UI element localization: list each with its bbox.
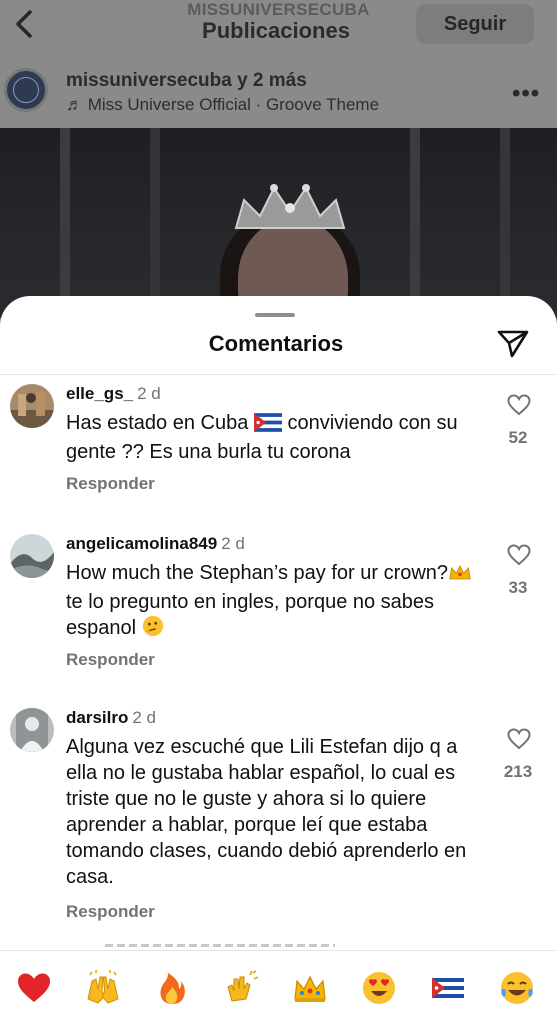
comment-time: 2 d [132, 708, 156, 727]
heart-eyes-icon[interactable] [359, 969, 399, 1009]
comment-text: How much the Stephan’s pay for ur crown?… [66, 560, 491, 644]
send-icon [497, 330, 529, 358]
like-count: 52 [508, 428, 528, 447]
like-count: 213 [503, 762, 533, 781]
comment-username[interactable]: darsilro 2 d [66, 708, 156, 728]
follow-button[interactable]: Seguir [416, 4, 534, 44]
post-username[interactable]: missuniversecuba y 2 más [66, 70, 307, 92]
cuba-flag-icon[interactable] [428, 969, 468, 1009]
emoji-reaction-bar [0, 950, 557, 1024]
raising-hands-icon[interactable] [83, 969, 123, 1009]
reply-button[interactable]: Responder [66, 474, 155, 494]
reply-button[interactable]: Responder [66, 902, 155, 922]
post-image [0, 128, 557, 318]
reply-button[interactable]: Responder [66, 650, 155, 670]
avatar[interactable] [10, 384, 54, 428]
like-button[interactable] [507, 728, 531, 750]
clapping-hands-icon[interactable] [221, 969, 261, 1009]
crown-image [234, 184, 346, 229]
heart-icon [507, 544, 531, 566]
comment-text: Alguna vez escuché que Lili Estefan dijo… [66, 736, 467, 888]
comment-text: Has estado en Cuba conviviendo con su ge… [66, 410, 491, 465]
comment-text-part: te lo pregunto en ingles, porque no sabe… [66, 591, 435, 639]
comment-text-part: Has estado en Cuba [66, 412, 254, 434]
avatar[interactable] [10, 534, 54, 578]
thinking-face-icon [142, 615, 164, 644]
crown-icon [448, 563, 472, 589]
sheet-grabber[interactable] [255, 313, 295, 317]
heart-icon [507, 394, 531, 416]
username[interactable]: elle_gs_ [66, 384, 133, 403]
post-header: missuniversecuba y 2 más ♬ Miss Universe… [0, 58, 557, 128]
comments-sheet: Comentarios elle_gs_ 2 d Has estado en Cu… [0, 296, 557, 1024]
sheet-title: Comentarios [208, 331, 344, 356]
comment-username[interactable]: elle_gs_ 2 d [66, 384, 161, 404]
crown-icon[interactable] [290, 969, 330, 1009]
music-title: Miss Universe Official · Groove Theme [87, 95, 380, 114]
share-button[interactable] [496, 329, 530, 359]
music-note-icon: ♬ [66, 95, 83, 114]
like-button[interactable] [507, 544, 531, 566]
comment-username[interactable]: angelicamolina849 2 d [66, 534, 245, 554]
post-avatar[interactable] [4, 68, 48, 112]
post-music[interactable]: ♬ Miss Universe Official · Groove Theme [66, 95, 379, 115]
comment-time: 2 d [137, 384, 161, 403]
red-heart-icon[interactable] [14, 969, 54, 1009]
username[interactable]: angelicamolina849 [66, 534, 217, 553]
username[interactable]: darsilro [66, 708, 128, 727]
like-button[interactable] [507, 394, 531, 416]
avatar[interactable] [10, 708, 54, 752]
fire-icon[interactable] [152, 969, 192, 1009]
comment-time: 2 d [221, 534, 245, 553]
comment-text-part: How much the Stephan’s pay for ur crown? [66, 562, 449, 584]
like-count: 33 [508, 578, 528, 597]
cuba-flag-icon [253, 413, 282, 439]
sheet-divider [0, 374, 557, 375]
heart-icon [507, 728, 531, 750]
top-bar: MISSUNIVERSECUBA Publicaciones Seguir [0, 0, 557, 58]
more-options-button[interactable]: ••• [512, 80, 540, 108]
tears-of-joy-icon[interactable] [497, 969, 537, 1009]
